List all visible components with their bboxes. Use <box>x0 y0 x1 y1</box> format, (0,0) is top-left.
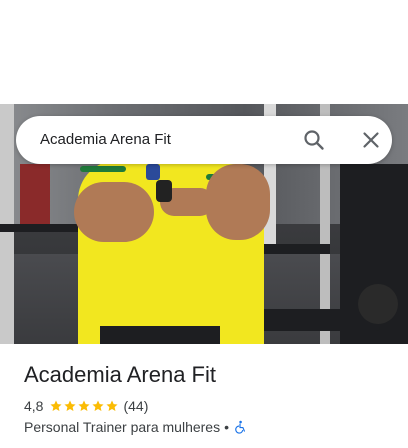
category-row: Personal Trainer para mulheres • <box>24 418 247 436</box>
review-count[interactable]: (44) <box>123 398 148 414</box>
rating-stars <box>49 399 119 413</box>
place-title: Academia Arena Fit <box>24 362 216 387</box>
star-icon <box>50 400 63 411</box>
photo-person-arm <box>74 182 154 242</box>
place-info-card[interactable]: Academia Arena Fit 4,8 (44) Personal Tra… <box>0 344 408 448</box>
top-blank-area <box>0 0 408 104</box>
place-category: Personal Trainer para mulheres <box>24 419 221 435</box>
photo-person-arm <box>206 164 270 240</box>
star-icon <box>106 400 119 411</box>
search-icon[interactable] <box>302 128 326 152</box>
rating-value: 4,8 <box>24 398 44 414</box>
star-icon <box>64 400 77 411</box>
star-icon <box>92 400 105 411</box>
photo-shorts <box>100 326 220 344</box>
search-input[interactable]: Academia Arena Fit <box>40 116 171 164</box>
search-bar[interactable]: Academia Arena Fit <box>16 116 392 164</box>
photo-watch <box>156 180 172 202</box>
photo-sleeve-trim <box>80 166 126 172</box>
close-icon[interactable] <box>359 128 383 152</box>
photo-shirt-badge <box>146 164 160 180</box>
separator-dot: • <box>224 419 230 435</box>
photo-red-equipment <box>20 164 50 224</box>
rating-row[interactable]: 4,8 (44) <box>24 397 148 415</box>
wheelchair-accessible-icon <box>235 420 245 434</box>
photo-weight-plate <box>358 284 398 324</box>
star-icon <box>78 400 91 411</box>
